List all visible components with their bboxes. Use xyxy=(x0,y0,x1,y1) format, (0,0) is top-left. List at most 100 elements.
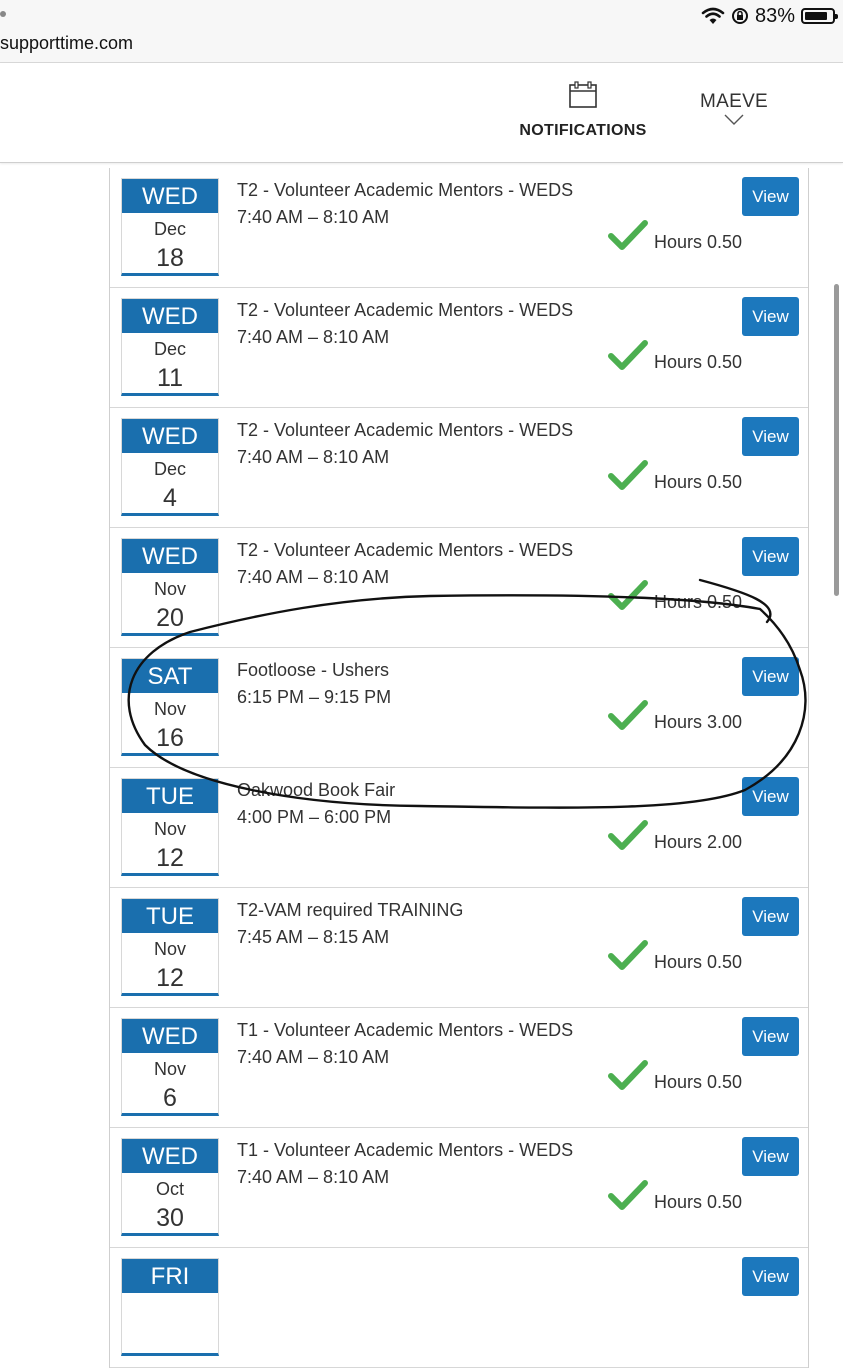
date-badge: WED Oct 30 xyxy=(121,1138,219,1236)
view-button[interactable]: View xyxy=(742,297,799,336)
entry-time: 7:40 AM – 8:10 AM xyxy=(237,327,390,347)
date-day: 12 xyxy=(156,964,184,992)
date-weekday: WED xyxy=(122,179,218,213)
chevron-down-icon xyxy=(724,114,744,125)
list-item: WED Nov 6 T1 - Volunteer Academic Mentors -… xyxy=(110,1008,808,1128)
date-month: Nov xyxy=(153,819,186,839)
notifications-label: NOTIFICATIONS xyxy=(519,122,647,139)
checkmark-icon xyxy=(608,460,648,490)
list-item: SAT Nov 16 Footloose - Ushers 6:15 PM – 9:15… xyxy=(110,648,808,768)
list-item: TUE Nov 12 T2-VAM required TRAINING 7:45 AM … xyxy=(110,888,808,1008)
entry-hours: Hours 0.50 xyxy=(654,592,743,612)
battery-percent: 83% xyxy=(754,4,795,27)
entry-hours: Hours 0.50 xyxy=(654,1072,743,1092)
date-day: 18 xyxy=(156,244,184,272)
list-item: WED Oct 30 T1 - Volunteer Academic Mentors … xyxy=(110,1128,808,1248)
list-item: FRI View xyxy=(110,1248,808,1368)
date-weekday: WED xyxy=(122,539,218,573)
user-name: MAEVE xyxy=(700,91,769,112)
checkmark-icon xyxy=(608,1060,648,1090)
date-day: 12 xyxy=(156,844,184,872)
entry-title: T1 - Volunteer Academic Mentors - WEDS xyxy=(237,1020,574,1040)
entry-hours: Hours 0.50 xyxy=(654,472,743,492)
checkmark-icon xyxy=(608,700,648,730)
date-month: Nov xyxy=(153,939,186,959)
date-badge: SAT Nov 16 xyxy=(121,658,219,756)
entry-title: T2 - Volunteer Academic Mentors - WEDS xyxy=(237,540,574,560)
date-day: 11 xyxy=(157,364,183,392)
date-weekday: WED xyxy=(122,299,218,333)
entry-hours: Hours 3.00 xyxy=(654,712,743,732)
entry-title: T2 - Volunteer Academic Mentors - WEDS xyxy=(237,180,574,200)
date-month: Dec xyxy=(153,459,186,479)
user-menu[interactable]: MAEVE xyxy=(700,91,768,132)
checkmark-icon xyxy=(608,940,648,970)
entry-time: 7:40 AM – 8:10 AM xyxy=(237,1047,390,1067)
entry-hours: Hours 0.50 xyxy=(654,1192,743,1212)
list-item: WED Dec 11 T2 - Volunteer Academic Mentors … xyxy=(110,288,808,408)
checkmark-icon xyxy=(608,1180,648,1210)
entry-hours: Hours 0.50 xyxy=(654,352,743,372)
date-weekday: TUE xyxy=(122,899,218,933)
entry-time: 7:40 AM – 8:10 AM xyxy=(237,447,390,467)
date-weekday: WED xyxy=(122,1139,218,1173)
date-month: Nov xyxy=(153,699,186,719)
view-button[interactable]: View xyxy=(742,417,799,456)
date-month xyxy=(122,1298,218,1320)
entry-hours: Hours 2.00 xyxy=(654,832,743,852)
checkmark-icon xyxy=(608,820,648,850)
scrollbar[interactable] xyxy=(834,284,839,596)
date-badge: FRI xyxy=(121,1258,219,1356)
date-weekday: WED xyxy=(122,1019,218,1053)
notifications-button[interactable]: NOTIFICATIONS xyxy=(517,81,649,140)
list-item: WED Nov 20 T2 - Volunteer Academic Mentors … xyxy=(110,528,808,648)
checkmark-icon xyxy=(608,220,648,250)
status-dot xyxy=(0,11,6,17)
entry-time: 7:45 AM – 8:15 AM xyxy=(237,927,390,947)
activity-list: WED Dec 18 T2 - Volunteer Academic Mentors … xyxy=(109,168,809,1368)
view-button[interactable]: View xyxy=(742,537,799,576)
view-button[interactable]: View xyxy=(742,177,799,216)
date-month: Dec xyxy=(153,219,186,239)
date-day: 6 xyxy=(163,1084,177,1112)
view-button[interactable]: View xyxy=(742,1257,799,1296)
date-badge: WED Dec 18 xyxy=(121,178,219,276)
view-button[interactable]: View xyxy=(742,1017,799,1056)
date-weekday: SAT xyxy=(122,659,218,693)
view-button[interactable]: View xyxy=(742,657,799,696)
url-text[interactable]: supporttime.com xyxy=(0,33,133,54)
date-month: Nov xyxy=(153,1059,186,1079)
date-day: 20 xyxy=(156,604,184,632)
list-item: WED Dec 18 T2 - Volunteer Academic Mentors … xyxy=(110,168,808,288)
date-month: Nov xyxy=(153,579,186,599)
date-weekday: TUE xyxy=(122,779,218,813)
list-item: WED Dec 4 T2 - Volunteer Academic Mentors -… xyxy=(110,408,808,528)
date-badge: WED Nov 20 xyxy=(121,538,219,636)
checkmark-icon xyxy=(608,580,648,610)
entry-title: Footloose - Ushers xyxy=(237,660,390,680)
entry-hours: Hours 0.50 xyxy=(654,952,743,972)
date-weekday: WED xyxy=(122,419,218,453)
date-month: Dec xyxy=(153,339,186,359)
entry-title: T2 - Volunteer Academic Mentors - WEDS xyxy=(237,420,574,440)
date-badge: WED Dec 11 xyxy=(121,298,219,396)
date-weekday: FRI xyxy=(122,1259,218,1293)
app-header: NOTIFICATIONS MAEVE xyxy=(0,63,843,163)
status-indicators: 83% xyxy=(701,4,838,27)
battery-icon xyxy=(801,8,838,24)
list-item: TUE Nov 12 Oakwood Book Fair 4:00 PM – 6:00 … xyxy=(110,768,808,888)
date-badge: TUE Nov 12 xyxy=(121,778,219,876)
date-badge: TUE Nov 12 xyxy=(121,898,219,996)
date-day: 16 xyxy=(156,724,184,752)
view-button[interactable]: View xyxy=(742,897,799,936)
date-day: 4 xyxy=(163,484,177,512)
view-button[interactable]: View xyxy=(742,777,799,816)
entry-time: 4:00 PM – 6:00 PM xyxy=(237,807,392,827)
entry-hours: Hours 0.50 xyxy=(654,232,743,252)
entry-title: T2-VAM required TRAINING xyxy=(237,900,464,920)
date-badge: WED Dec 4 xyxy=(121,418,219,516)
entry-time: 7:40 AM – 8:10 AM xyxy=(237,207,390,227)
calendar-icon xyxy=(569,81,597,108)
view-button[interactable]: View xyxy=(742,1137,799,1176)
entry-time: 7:40 AM – 8:10 AM xyxy=(237,1167,390,1187)
